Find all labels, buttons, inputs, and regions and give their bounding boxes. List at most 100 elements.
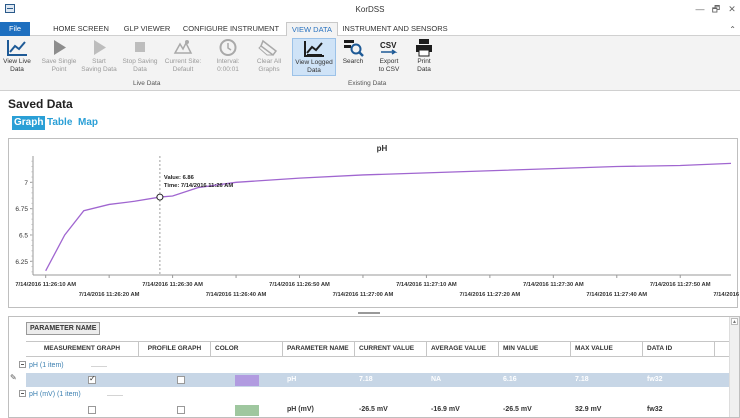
tab-glp-viewer[interactable]: GLP VIEWER [117, 22, 177, 36]
col-parameter-name[interactable]: PARAMETER NAME [283, 341, 355, 357]
page-title: Saved Data [8, 97, 73, 111]
tab-instrument-and-sensors[interactable]: INSTRUMENT AND SENSORS [340, 22, 450, 36]
view-logged-data-button[interactable]: View Logged Data [292, 38, 336, 76]
measurement-graph-checkbox[interactable] [88, 406, 96, 414]
x-tick-label: 7/14/2016 11:26:50 AM [269, 282, 330, 288]
print-data-button[interactable]: Print Data [410, 38, 438, 76]
stop-icon [135, 42, 145, 52]
group-label-existing-data: Existing Data [348, 80, 387, 87]
line-chart-icon [7, 40, 27, 56]
x-tick-label: 7/14/2016 11:26:10 AM [15, 282, 76, 288]
title-bar: KorDSS — 🗗 ✕ [0, 0, 740, 22]
current-site-button[interactable]: Current Site: Default [162, 38, 204, 76]
x-tick-label: 7/14/2016 11:28:00 AM [713, 292, 739, 298]
current-value-cell: 7.18 [359, 376, 373, 383]
group-divider [91, 366, 107, 367]
col-data-id[interactable]: DATA ID [643, 341, 715, 357]
export-label-1: Export [379, 58, 399, 65]
chart-title: pH [377, 144, 388, 153]
search-icon [344, 40, 364, 57]
ribbon: View Live Data Save Single Point Start S… [0, 36, 740, 91]
clear-all-label-1: Clear All [256, 58, 282, 65]
x-tick-label: 7/14/2016 11:27:10 AM [396, 282, 457, 288]
stop-saving-label-1: Stop Saving [122, 58, 158, 65]
start-saving-data-button[interactable]: Start Saving Data [80, 38, 118, 76]
csv-icon: CSV [380, 41, 398, 55]
average-value-cell: NA [431, 376, 442, 383]
clear-all-graphs-button[interactable]: Clear All Graphs [252, 38, 286, 76]
search-button[interactable]: Search [339, 38, 367, 76]
expand-collapse-icon[interactable] [19, 390, 26, 397]
col-current-value[interactable]: CURRENT VALUE [355, 341, 427, 357]
x-tick-label: 7/14/2016 11:27:40 AM [586, 292, 647, 298]
expand-collapse-icon[interactable] [19, 361, 26, 368]
tab-view-data[interactable]: VIEW DATA [286, 22, 338, 36]
y-tick-label: 6.75 [15, 206, 28, 213]
min-value-cell: -26.5 mV [503, 406, 532, 413]
profile-graph-checkbox[interactable] [177, 406, 185, 414]
splitter-handle[interactable] [358, 312, 380, 314]
table-row[interactable]: pH (mV) -26.5 mV -16.9 mV -26.5 mV 32.9 … [26, 403, 732, 417]
color-swatch[interactable] [235, 375, 259, 386]
profile-graph-checkbox[interactable] [177, 376, 185, 384]
max-value-cell: 32.9 mV [575, 406, 602, 413]
export-label-2: to CSV [378, 65, 400, 73]
parameter-name-group-button[interactable]: PARAMETER NAME [26, 322, 101, 335]
tab-home-screen[interactable]: HOME SCREEN [45, 22, 117, 36]
tab-graph[interactable]: Graph [12, 116, 46, 130]
col-average-value[interactable]: AVERAGE VALUE [427, 341, 499, 357]
current-site-label-2: Default [172, 65, 194, 73]
interval-label-1: Interval: [216, 58, 240, 65]
col-max-value[interactable]: MAX VALUE [571, 341, 643, 357]
x-tick-label: 7/14/2016 11:27:50 AM [650, 282, 711, 288]
tab-configure-instrument[interactable]: CONFIGURE INSTRUMENT [180, 22, 282, 36]
close-button[interactable]: ✕ [725, 2, 739, 16]
group-row-ph[interactable]: pH (1 item) [19, 360, 64, 372]
ribbon-collapse-icon[interactable]: ⌃ [729, 25, 736, 34]
grid-vertical-scrollbar[interactable]: ▲ [729, 317, 739, 417]
tooltip-point-marker [156, 193, 164, 201]
view-live-data-button[interactable]: View Live Data [0, 38, 34, 76]
col-min-value[interactable]: MIN VALUE [499, 341, 571, 357]
x-tick-label: 7/14/2016 11:27:00 AM [333, 292, 394, 298]
y-tick-label: 7 [24, 180, 28, 187]
scroll-up-icon[interactable]: ▲ [731, 318, 738, 325]
min-value-cell: 6.16 [503, 376, 517, 383]
y-tick-label: 6.25 [15, 259, 28, 266]
logged-chart-icon [304, 41, 324, 57]
data-id-cell: fw32 [647, 376, 663, 383]
group-label: pH (1 item) [29, 362, 64, 369]
data-id-cell: fw32 [647, 406, 663, 413]
group-label-live-data: Live Data [133, 80, 161, 87]
save-single-point-button[interactable]: Save Single Point [40, 38, 78, 76]
col-color[interactable]: COLOR [211, 341, 283, 357]
tooltip-value: Value: 6.86 [164, 175, 195, 181]
clock-icon [219, 39, 237, 56]
col-measurement-graph[interactable]: MEASUREMENT GRAPH [26, 341, 139, 357]
row-edit-pencil-icon: ✎ [10, 373, 17, 382]
x-tick-label: 7/14/2016 11:27:30 AM [523, 282, 584, 288]
table-row[interactable]: pH 7.18 NA 6.16 7.18 fw32 [26, 373, 732, 387]
stop-saving-data-button[interactable]: Stop Saving Data [120, 38, 160, 76]
view-live-data-label-2: Data [10, 65, 24, 73]
restore-button[interactable]: 🗗 [709, 2, 723, 16]
tab-table[interactable]: Table [47, 116, 72, 130]
x-tick-label: 7/14/2016 11:26:30 AM [142, 282, 203, 288]
tab-file[interactable]: File [0, 22, 30, 36]
interval-button[interactable]: Interval: 0:00:01 [208, 38, 248, 76]
save-single-point-label-1: Save Single [41, 58, 77, 65]
save-single-point-label-2: Point [51, 65, 67, 73]
window-title: KorDSS [355, 5, 385, 14]
col-profile-graph[interactable]: PROFILE GRAPH [139, 341, 211, 357]
group-row-ph-mv[interactable]: pH (mV) (1 item) [19, 389, 81, 401]
print-label-2: Data [417, 65, 431, 73]
start-saving-label-1: Start [92, 58, 106, 65]
color-swatch[interactable] [235, 405, 259, 416]
current-site-label-1: Current Site: [164, 58, 202, 65]
export-to-csv-button[interactable]: CSV Export to CSV [372, 38, 406, 76]
measurement-graph-checkbox[interactable] [88, 374, 96, 384]
printer-icon [416, 39, 432, 57]
minimize-button[interactable]: — [693, 2, 707, 16]
tab-map[interactable]: Map [78, 116, 98, 130]
parameter-grid: PARAMETER NAME MEASUREMENT GRAPH PROFILE… [8, 316, 740, 418]
